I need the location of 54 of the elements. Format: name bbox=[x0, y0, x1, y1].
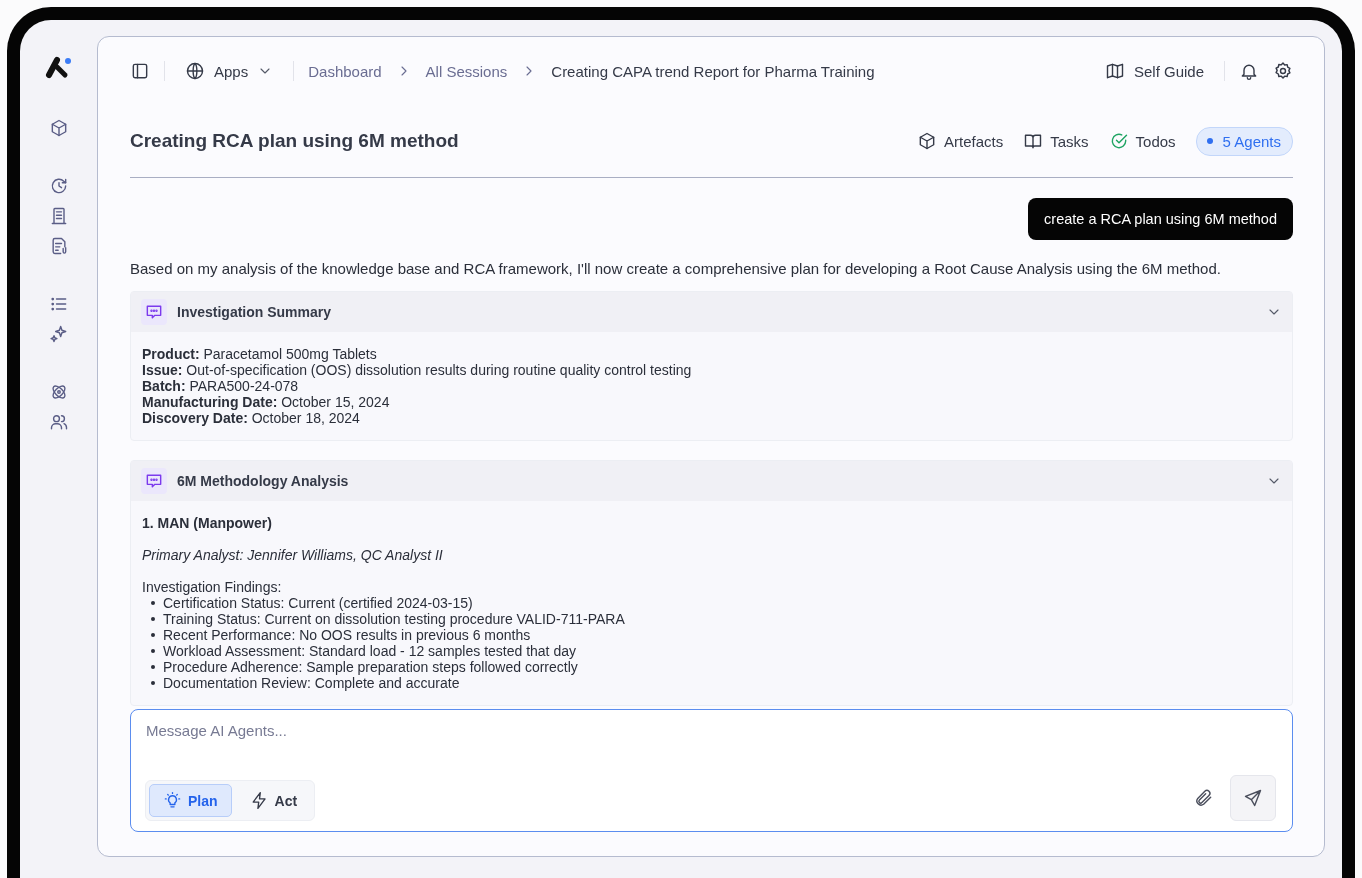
summary-line: Issue: Out-of-specification (OOS) dissolution results during routine quality control testing bbox=[142, 362, 693, 378]
map-icon bbox=[1104, 61, 1125, 81]
assistant-message: Based on my analysis of the knowledge base and RCA framework, I'll now create a comprehensive plan for developing a Root Cause Analysis using the 6M method. bbox=[130, 260, 1222, 277]
agents-badge[interactable]: 5 Agents bbox=[1195, 126, 1293, 156]
finding-item: Training Status: Current on dissolution testing procedure VALID-711-PARA bbox=[163, 611, 625, 627]
message-field[interactable]: Message AI Agents... bbox=[146, 722, 1276, 739]
findings-label: Investigation Findings: bbox=[142, 579, 283, 595]
apps-menu[interactable]: Apps bbox=[179, 61, 280, 81]
summary-line: Manufacturing Date: October 15, 2024 bbox=[142, 394, 391, 410]
users-icon[interactable] bbox=[48, 412, 69, 432]
finding-item: Workload Assessment: Standard load - 12 samples tested that day bbox=[163, 643, 576, 659]
bullet bbox=[151, 617, 155, 621]
page-title: Creating RCA plan using 6M method bbox=[130, 130, 459, 152]
chat-bubble-icon bbox=[141, 468, 167, 494]
finding-item: Certification Status: Current (certified 2024-03-15) bbox=[163, 595, 473, 611]
current-page: Creating CAPA trend Report for Pharma Training bbox=[551, 62, 875, 80]
self-guide-button[interactable]: Self Guide bbox=[1098, 60, 1210, 82]
bullet bbox=[151, 633, 155, 637]
card-title: Investigation Summary bbox=[177, 304, 333, 320]
summary-line: Product: Paracetamol 500mg Tablets bbox=[142, 346, 378, 362]
user-message: create a RCA plan using 6M method bbox=[1028, 198, 1293, 240]
card-header[interactable]: Investigation Summary bbox=[131, 292, 1292, 332]
chat-bubble-icon bbox=[141, 299, 167, 325]
toolbar-button[interactable]: Tasks bbox=[1023, 131, 1089, 151]
logo-icon[interactable] bbox=[44, 55, 73, 79]
toolbar-button[interactable]: Todos bbox=[1108, 131, 1176, 151]
send-button[interactable] bbox=[1230, 775, 1276, 821]
status-dot bbox=[1206, 138, 1213, 144]
sidebar-toggle-icon[interactable] bbox=[130, 61, 150, 81]
bullet bbox=[151, 649, 155, 653]
lightbulb-icon bbox=[163, 791, 182, 810]
paperclip-icon[interactable] bbox=[1194, 788, 1214, 808]
globe-icon bbox=[185, 61, 205, 81]
toolbar-button[interactable]: Artefacts bbox=[917, 131, 1004, 151]
card-title: 6M Methodology Analysis bbox=[177, 473, 350, 489]
send-icon bbox=[1243, 788, 1263, 808]
mode-tab[interactable]: Act bbox=[235, 784, 312, 817]
section-heading: 1. MAN (Manpower) bbox=[142, 515, 273, 531]
bullet bbox=[151, 681, 155, 685]
book-icon bbox=[1023, 131, 1044, 151]
mode-tab[interactable]: Plan bbox=[149, 784, 232, 817]
breadcrumb-link[interactable]: Dashboard bbox=[308, 62, 382, 80]
finding-item: Documentation Review: Complete and accurate bbox=[163, 675, 460, 691]
analyst-note: Primary Analyst: Jennifer Williams, QC Analyst II bbox=[142, 547, 444, 563]
settings-icon[interactable] bbox=[1273, 61, 1293, 81]
finding-item: Recent Performance: No OOS results in previous 6 months bbox=[163, 627, 531, 643]
bullet bbox=[151, 601, 155, 605]
card-header[interactable]: 6M Methodology Analysis bbox=[131, 461, 1292, 501]
summary-line: Discovery Date: October 18, 2024 bbox=[142, 410, 361, 426]
finding-item: Procedure Adherence: Sample preparation steps followed correctly bbox=[163, 659, 578, 675]
breadcrumb-link[interactable]: All Sessions bbox=[425, 62, 508, 80]
bullet bbox=[151, 665, 155, 669]
sparkles-icon[interactable] bbox=[48, 324, 69, 344]
summary-line: Batch: PARA500-24-078 bbox=[142, 378, 300, 394]
